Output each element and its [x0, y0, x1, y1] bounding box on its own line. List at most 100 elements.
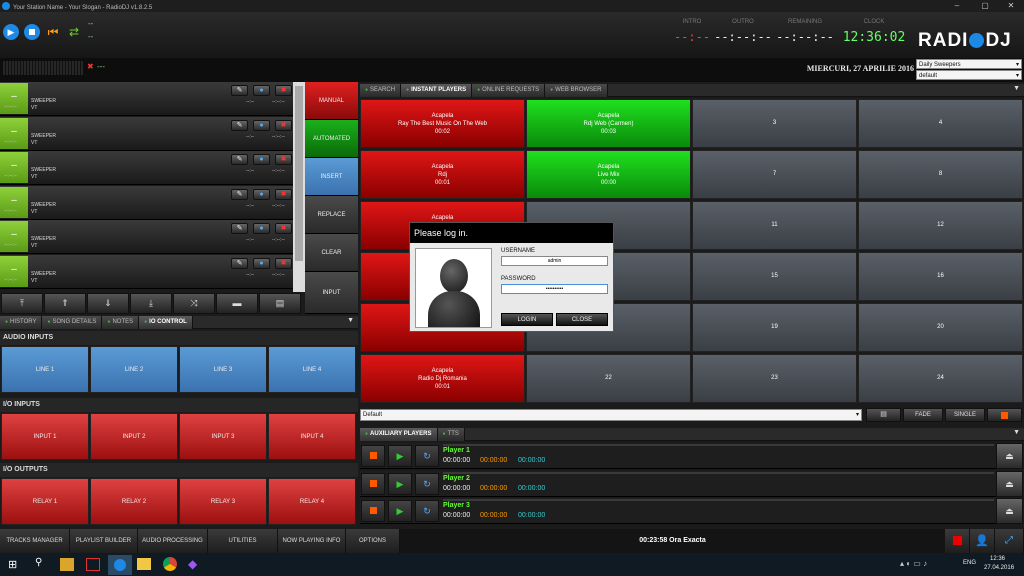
user-button[interactable]: 👤 [970, 529, 995, 553]
instant-player-22[interactable]: 22 [526, 354, 691, 403]
tab-menu-icon[interactable]: ▼ [1013, 85, 1020, 92]
sweeper-select[interactable]: Daily Sweepers [916, 59, 1022, 70]
bottom-stop-button[interactable] [945, 529, 970, 553]
tab-song-details[interactable]: SONG DETAILS [42, 316, 103, 329]
login-button[interactable]: LOGIN [501, 313, 553, 326]
taskbar-radiodj-icon[interactable] [108, 555, 132, 575]
options-button[interactable]: OPTIONS [346, 529, 400, 553]
start-icon[interactable]: ⊞ [8, 558, 21, 571]
cart-row[interactable]: – --:--:-- SWEEPER VT ✎ ● ✖ --:-- --:--:-- [0, 254, 305, 289]
instant-player-5[interactable]: Acapela Rdj 00:01 [360, 150, 525, 199]
tab-search[interactable]: SEARCH [360, 84, 402, 97]
relay-3-button[interactable]: RELAY 3 [179, 478, 267, 525]
shuffle-button[interactable]: ⤨ [173, 293, 215, 314]
aux-stop-button[interactable] [361, 445, 385, 467]
input-1-button[interactable]: INPUT 1 [1, 413, 89, 460]
minimize-icon[interactable]: – [944, 0, 970, 12]
tracks-manager-button[interactable]: TRACKS MANAGER [0, 529, 70, 553]
cart-remove-icon[interactable]: ✖ [275, 154, 292, 165]
tab-io-control[interactable]: IO CONTROL [139, 316, 193, 329]
taskbar-app-2-icon[interactable] [86, 558, 100, 571]
tab-online-requests[interactable]: ONLINE REQUESTS [472, 84, 546, 97]
aux-loop-button[interactable]: ↻ [415, 472, 439, 495]
move-top-button[interactable]: ⤒ [1, 293, 43, 314]
cart-edit-icon[interactable]: ✎ [231, 223, 248, 234]
aux-stop-button[interactable] [361, 500, 385, 522]
playlist-builder-button[interactable]: PLAYLIST BUILDER [70, 529, 138, 553]
aux-loop-button[interactable]: ↻ [415, 445, 439, 467]
aux-eject-button[interactable]: ⏏ [996, 470, 1023, 497]
aux-eject-button[interactable]: ⏏ [996, 498, 1023, 524]
relay-2-button[interactable]: RELAY 2 [90, 478, 178, 525]
aux-loop-button[interactable]: ↻ [415, 500, 439, 522]
play-button[interactable]: ▶ [3, 24, 19, 40]
cart-row[interactable]: – --:--:-- SWEEPER VT ✎ ● ✖ --:-- --:--:-- [0, 185, 305, 220]
fullscreen-button[interactable]: ⤢ [995, 529, 1024, 553]
instant-player-24[interactable]: 24 [858, 354, 1023, 403]
cart-remove-icon[interactable]: ✖ [275, 85, 292, 96]
taskbar-vs-icon[interactable]: ◆ [188, 557, 197, 571]
input-3-button[interactable]: INPUT 3 [179, 413, 267, 460]
instant-player-2[interactable]: Acapela Rdj Web (Carmen) 00:03 [526, 99, 691, 148]
cart-row[interactable]: – --:--:-- SWEEPER VT ✎ ● ✖ --:-- --:--:-- [0, 151, 305, 185]
search-icon[interactable]: ⚲ [35, 557, 42, 568]
taskbar-explorer-icon[interactable] [137, 558, 151, 570]
aux-play-button[interactable]: ▶ [388, 500, 412, 522]
instant-set-select[interactable]: Default ▾ [360, 409, 862, 421]
replace-button[interactable]: REPLACE [305, 196, 358, 234]
single-button[interactable]: SINGLE [945, 408, 985, 422]
aux-play-button[interactable]: ▶ [388, 445, 412, 467]
aux-eject-button[interactable]: ⏏ [996, 443, 1023, 469]
cart-info-icon[interactable]: ● [253, 85, 270, 96]
aux-play-button[interactable]: ▶ [388, 472, 412, 495]
auto-button[interactable]: ⇄ [66, 24, 82, 40]
instant-player-3[interactable]: 3 [692, 99, 857, 148]
taskbar-chrome-icon[interactable] [163, 557, 177, 571]
cart-edit-icon[interactable]: ✎ [231, 154, 248, 165]
cart-edit-icon[interactable]: ✎ [231, 85, 248, 96]
utilities-button[interactable]: UTILITIES [208, 529, 278, 553]
cart-info-icon[interactable]: ● [253, 154, 270, 165]
instant-player-4[interactable]: 4 [858, 99, 1023, 148]
insert-button[interactable]: INSERT [305, 158, 358, 196]
cart-info-icon[interactable]: ● [253, 223, 270, 234]
fade-button[interactable]: FADE [903, 408, 943, 422]
instant-stop-button[interactable] [987, 408, 1022, 422]
automated-button[interactable]: AUTOMATED [305, 120, 358, 158]
cart-row[interactable]: – --:--:-- SWEEPER VT ✎ ● ✖ --:-- --:--:-- [0, 82, 305, 116]
tab-auxiliary-players[interactable]: AUXILIARY PLAYERS [360, 428, 438, 441]
default-select[interactable]: default [916, 70, 1022, 81]
cart-remove-icon[interactable]: ✖ [275, 188, 292, 200]
relay-1-button[interactable]: RELAY 1 [1, 478, 89, 525]
maximize-icon[interactable]: ▢ [972, 0, 998, 12]
instant-player-7[interactable]: 7 [692, 150, 857, 199]
cart-edit-icon[interactable]: ✎ [231, 257, 248, 269]
line-1-button[interactable]: LINE 1 [1, 346, 89, 393]
tab-web-browser[interactable]: WEB BROWSER [545, 84, 608, 97]
cart-info-icon[interactable]: ● [253, 119, 270, 131]
taskbar-app-1-icon[interactable] [60, 558, 74, 571]
instant-save-button[interactable]: ▤ [866, 408, 901, 422]
cart-info-icon[interactable]: ● [253, 257, 270, 269]
tab-history[interactable]: HISTORY [0, 316, 43, 329]
instant-player-6[interactable]: Acapela Live Mix 00:00 [526, 150, 691, 199]
input-2-button[interactable]: INPUT 2 [90, 413, 178, 460]
clear-button[interactable]: CLEAR [305, 234, 358, 272]
input-button[interactable]: INPUT [305, 272, 358, 314]
instant-player-23[interactable]: 23 [692, 354, 857, 403]
instant-player-11[interactable]: 11 [692, 201, 857, 250]
instant-player-15[interactable]: 15 [692, 252, 857, 301]
cart-edit-icon[interactable]: ✎ [231, 188, 248, 200]
line-4-button[interactable]: LINE 4 [268, 346, 356, 393]
instant-player-12[interactable]: 12 [858, 201, 1023, 250]
instant-player-21[interactable]: Acapela Radio Dj Romania 00:01 [360, 354, 525, 403]
tab-menu-icon[interactable]: ▼ [1013, 429, 1020, 436]
instant-player-8[interactable]: 8 [858, 150, 1023, 199]
stop-button[interactable] [24, 24, 40, 40]
input-4-button[interactable]: INPUT 4 [268, 413, 356, 460]
now-playing-info-button[interactable]: NOW PLAYING INFO [278, 529, 346, 553]
tab-tts[interactable]: TTS [437, 428, 465, 441]
folder-button[interactable]: ▬ [216, 293, 258, 314]
aux-stop-button[interactable] [361, 472, 385, 495]
username-input[interactable]: admin [501, 256, 608, 266]
